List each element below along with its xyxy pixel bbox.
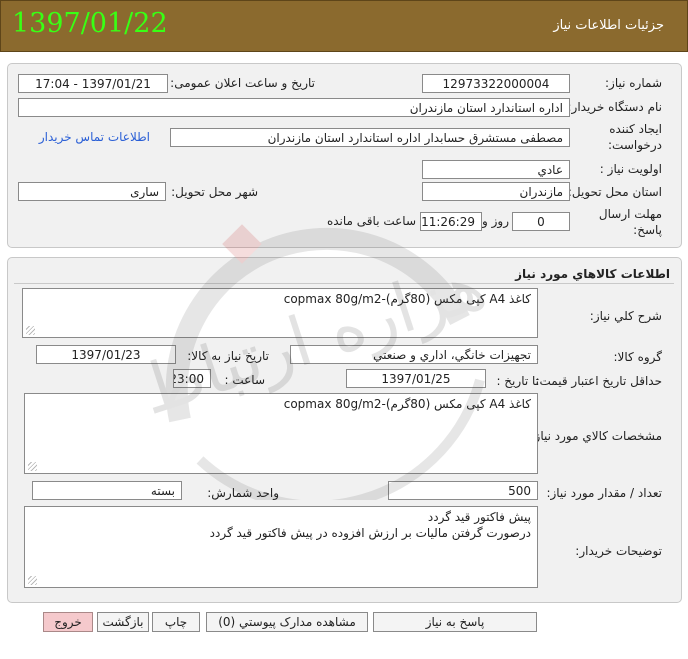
group-field: تجهيزات خانگي، اداري و صنعتي [290,345,538,364]
need-number-label: شماره نیاز: [605,76,662,90]
hour-label: ساعت : [224,373,265,387]
city-field: ساری [18,182,166,201]
city-label: شهر محل تحویل: [171,185,258,199]
province-label: استان محل تحویل: [567,185,662,199]
creator-label-1: ایجاد کننده [609,122,662,136]
summary-text: کاغذ A4 کپی مکس (80گرم)-copmax 80g/m2 [283,292,531,306]
header-title: جزئیات اطلاعات نیاز [553,18,664,33]
group-label: گروه کالا: [613,350,663,364]
section-divider [14,283,674,284]
province-field: مازندران [422,182,570,201]
resize-grip-icon[interactable] [28,462,37,471]
specs-label: مشخصات کالاي مورد نياز: [530,429,662,443]
summary-label: شرح کلي نياز: [589,309,662,323]
need-date-field: 1397/01/23 [36,345,176,364]
notes-line-1: پیش فاکتور قید گردد [427,510,531,524]
notes-line-2: درصورت گرفتن مالیات بر ارزش افزوده در پی… [209,526,531,540]
validity-label: حداقل تاريخ اعتبار قيمت: [535,374,662,388]
resize-grip-icon[interactable] [26,326,35,335]
creator-label-2: درخواست: [608,138,662,152]
header-date: 1397/01/22 [12,8,168,39]
days-field: 0 [512,212,570,231]
summary-textarea: کاغذ A4 کپی مکس (80گرم)-copmax 80g/m2 [22,288,538,338]
resize-grip-icon[interactable] [28,576,37,585]
until-label: تا تاريخ : [496,374,539,388]
deadline-label-1: مهلت ارسال [598,207,662,221]
buyer-org-field: اداره استاندارد استان مازندران [18,98,570,117]
attachments-button[interactable]: مشاهده مدارک پيوستي (0) [206,612,368,632]
buyer-contact-link[interactable]: اطلاعات تماس خریدار [39,130,150,144]
priority-field: عادي [422,160,570,179]
qty-field: 500 [388,481,538,500]
announce-field: 1397/01/21 - 17:04 [18,74,168,93]
priority-label: اولویت نیاز : [599,162,662,176]
notes-textarea: پیش فاکتور قید گردد درصورت گرفتن مالیات … [24,506,538,588]
back-button[interactable]: بازگشت [97,612,149,632]
specs-text: کاغذ A4 کپی مکس (80گرم)-copmax 80g/m2 [283,397,531,411]
print-button[interactable]: چاپ [152,612,200,632]
unit-label: واحد شمارش: [207,486,279,500]
deadline-label-2: پاسخ: [633,223,662,237]
exit-button[interactable]: خروج [43,612,93,632]
until-date-field: 1397/01/25 [346,369,486,388]
unit-field: بسته [32,481,182,500]
hour-field: 23:00 [173,369,211,388]
reply-button[interactable]: پاسخ به نياز [373,612,537,632]
need-number-field: 12973322000004 [422,74,570,93]
qty-label: تعداد / مقدار مورد نياز: [546,486,662,500]
buyer-org-label: نام دستگاه خریدار: [567,100,663,114]
specs-textarea: کاغذ A4 کپی مکس (80گرم)-copmax 80g/m2 [24,393,538,474]
need-date-label: تاريخ نياز به کالا: [187,349,269,363]
goods-section-title: اطلاعات کالاهاي مورد نياز [515,267,670,281]
time-left-suffix: ساعت باقی مانده [326,214,416,228]
announce-label: تاریخ و ساعت اعلان عمومی: [170,76,315,90]
notes-label: توضيحات خريدار: [575,544,662,558]
creator-field: مصطفی مستشرق حسابدار اداره استاندارد است… [170,128,570,147]
time-left-field: 11:26:29 [420,212,482,231]
days-suffix: روز و [482,214,509,228]
